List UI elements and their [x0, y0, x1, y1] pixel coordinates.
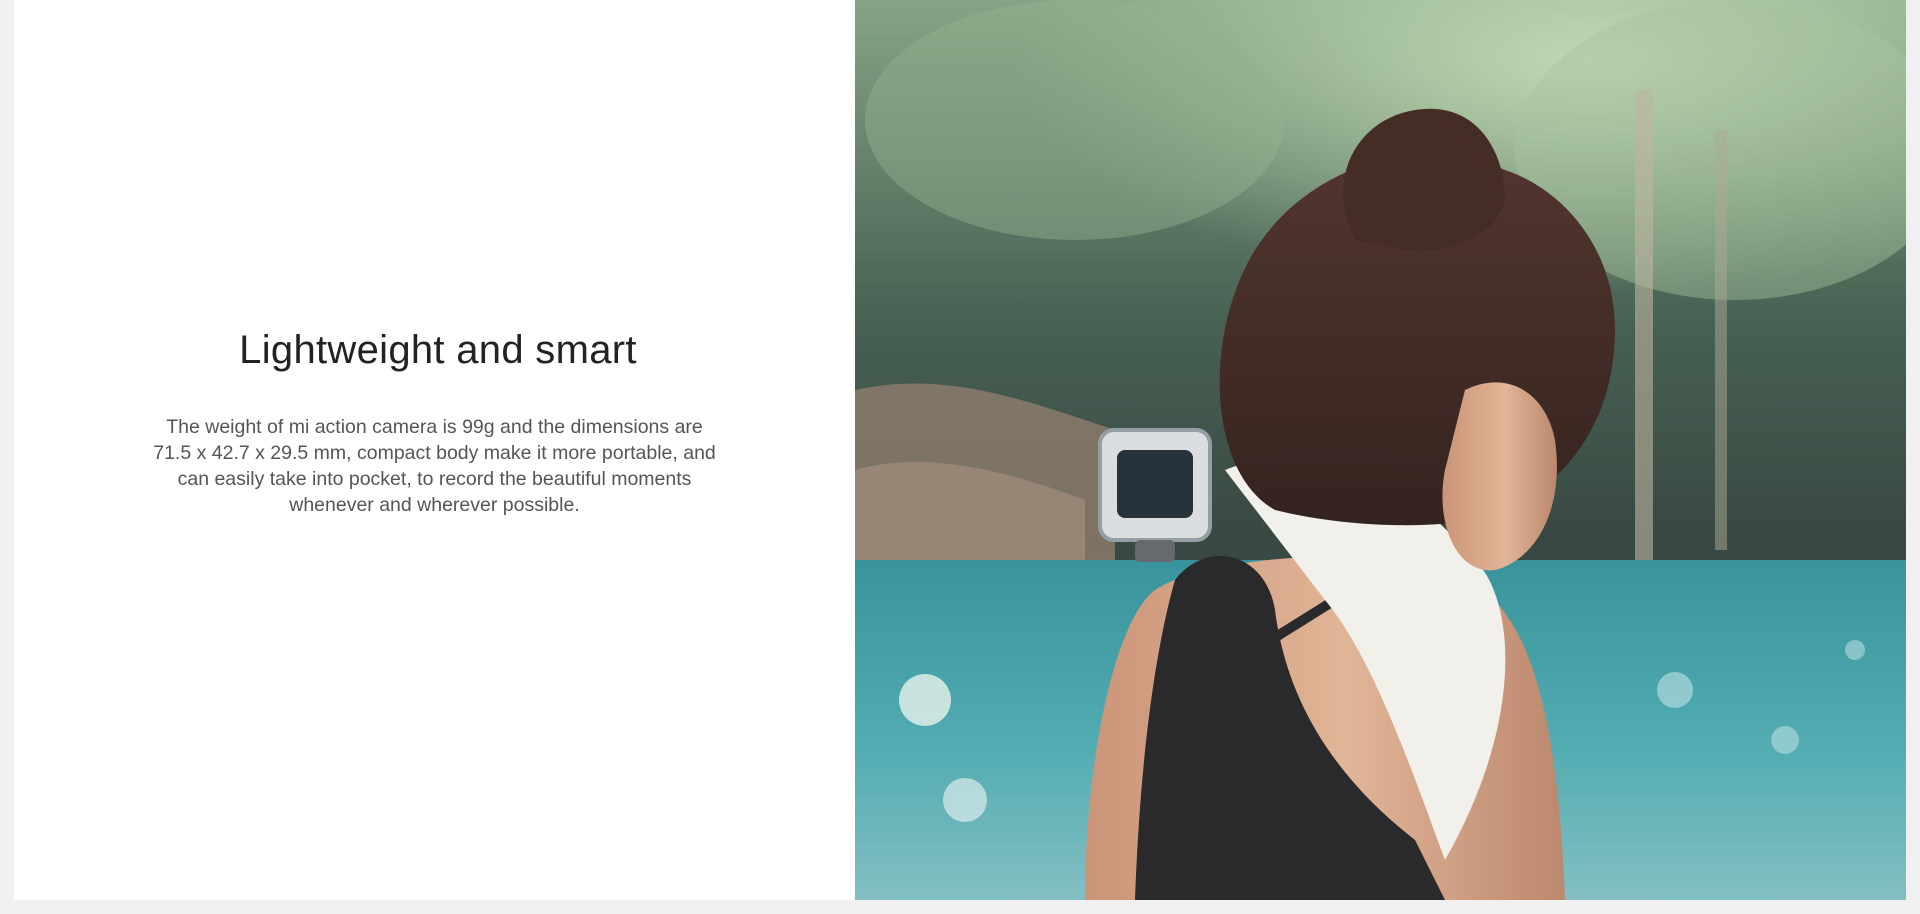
feature-description: The weight of mi action camera is 99g an…: [153, 416, 716, 516]
lifestyle-photo: [855, 0, 1906, 900]
feature-text-block: Lightweight and smart The weight of mi a…: [14, 320, 855, 518]
feature-title: Lightweight and smart: [239, 328, 637, 372]
feature-section: Lightweight and smart The weight of mi a…: [14, 0, 1906, 900]
lifestyle-photo-icon: [855, 0, 1906, 900]
text-panel: Lightweight and smart The weight of mi a…: [14, 0, 855, 900]
